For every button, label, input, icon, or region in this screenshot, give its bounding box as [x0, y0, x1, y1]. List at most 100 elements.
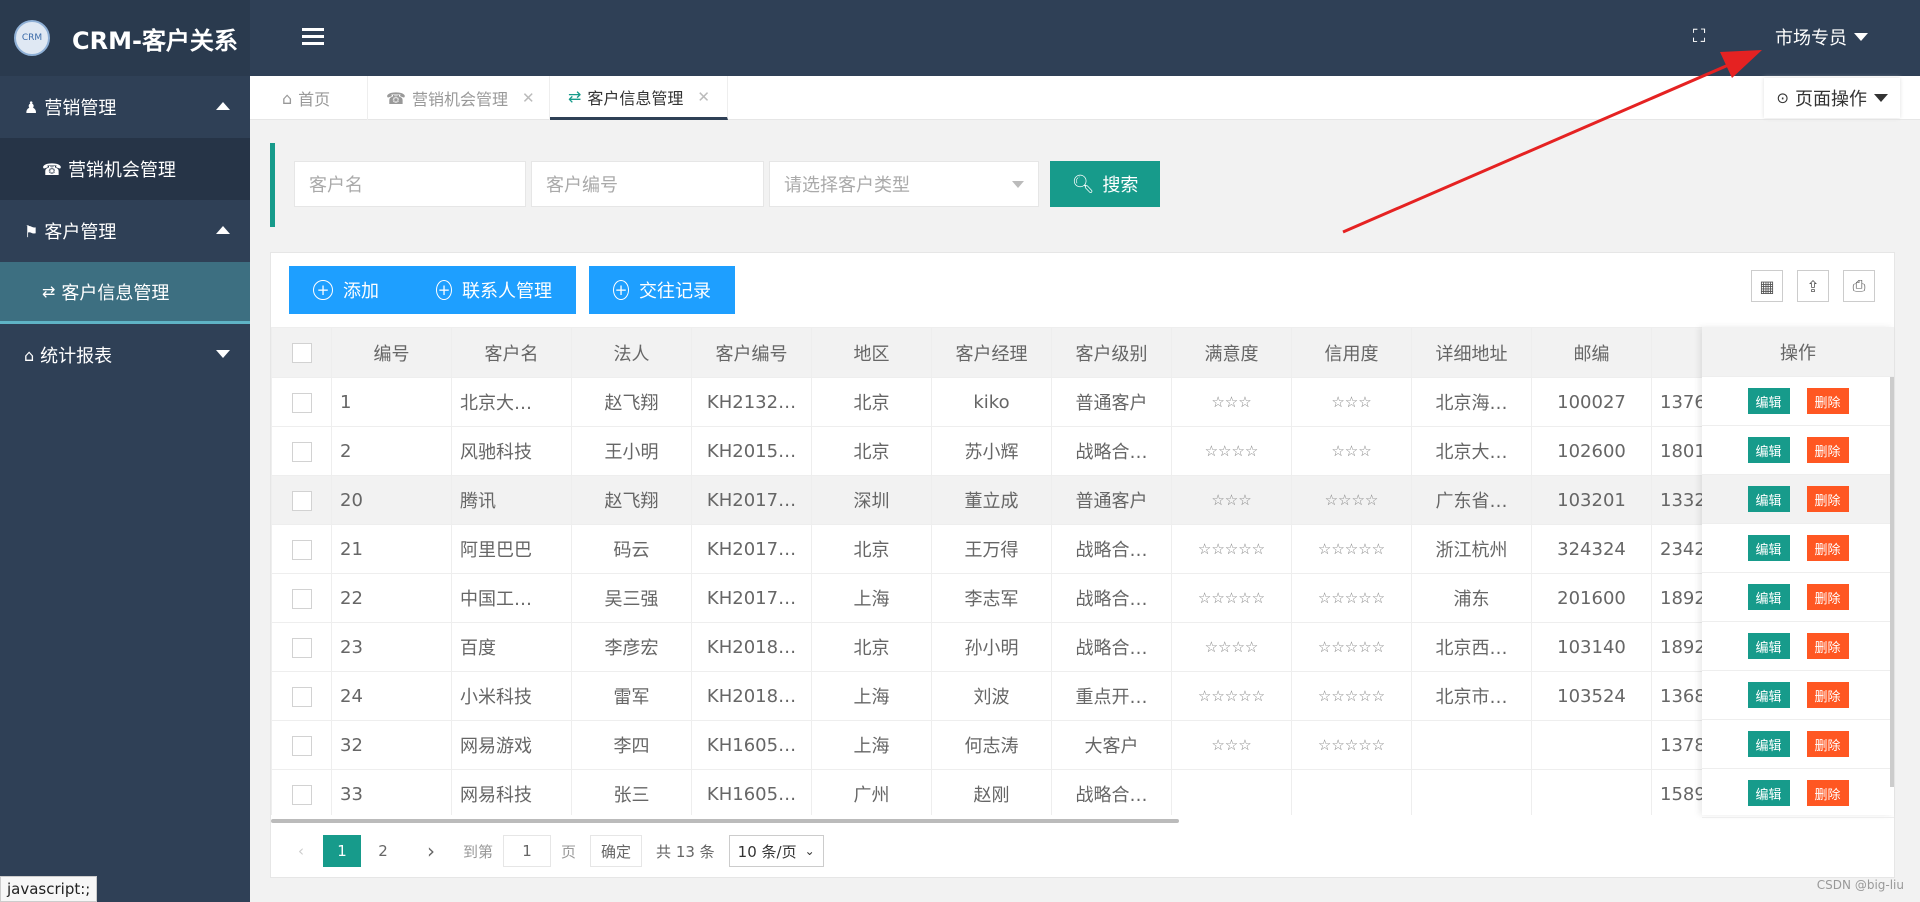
- row-checkbox[interactable]: [291, 539, 312, 560]
- prev-page-icon[interactable]: ‹: [285, 835, 317, 867]
- horizontal-scrollbar[interactable]: [271, 819, 1179, 823]
- customer-type-select[interactable]: 请选择客户类型: [769, 161, 1039, 207]
- next-page-icon[interactable]: ›: [415, 835, 447, 867]
- edit-button[interactable]: 编辑: [1747, 731, 1790, 757]
- row-select-cell[interactable]: [271, 720, 332, 770]
- column-header[interactable]: 客户编号: [691, 327, 812, 378]
- row-select-cell[interactable]: [271, 524, 332, 574]
- close-icon[interactable]: ✕: [697, 88, 710, 106]
- tab-home[interactable]: ⌂ 首页: [250, 76, 368, 120]
- row-checkbox[interactable]: [291, 588, 312, 609]
- edit-button[interactable]: 编辑: [1747, 437, 1790, 463]
- sidebar-group-customer[interactable]: ⚑ 客户管理: [0, 200, 250, 262]
- page-2[interactable]: 2: [367, 835, 399, 867]
- delete-button[interactable]: 删除: [1806, 388, 1849, 414]
- menu-toggle-icon[interactable]: [302, 28, 324, 48]
- tab-customer-info[interactable]: ⇄ 客户信息管理 ✕: [550, 76, 728, 120]
- table-row[interactable]: 22 中国工… 吴三强 KH2017… 上海 李志军 战略合… ☆☆☆☆☆ ☆☆☆☆☆ 浦东 201…: [271, 573, 1772, 623]
- close-icon[interactable]: ✕: [522, 89, 535, 107]
- page-operations-button[interactable]: ⊙ 页面操作: [1764, 78, 1900, 118]
- delete-button[interactable]: 删除: [1806, 633, 1849, 659]
- row-select-cell[interactable]: [271, 622, 332, 672]
- contacts-button[interactable]: + 联系人管理: [412, 266, 576, 314]
- operations-row: 编辑 删除: [1702, 475, 1894, 524]
- select-all-checkbox[interactable]: [291, 343, 312, 363]
- table-cell: ☆☆☆☆☆: [1291, 671, 1412, 721]
- per-page-select[interactable]: 10 条/页 ⌄: [728, 835, 824, 867]
- tab-bar: ⌂ 首页 ☎ 营销机会管理 ✕ ⇄ 客户信息管理 ✕: [250, 76, 1920, 120]
- customer-name-input[interactable]: 客户名: [294, 161, 526, 207]
- row-checkbox[interactable]: [291, 441, 312, 462]
- edit-button[interactable]: 编辑: [1747, 780, 1790, 806]
- column-header[interactable]: 信用度: [1291, 327, 1412, 378]
- delete-button[interactable]: 删除: [1806, 437, 1849, 463]
- table-cell: 网易游戏: [451, 720, 572, 770]
- table-cell: ☆☆☆☆☆: [1291, 524, 1412, 574]
- row-checkbox[interactable]: [291, 686, 312, 707]
- row-select-cell[interactable]: [271, 377, 332, 427]
- table-row[interactable]: 2 风驰科技 王小明 KH2015… 北京 苏小辉 战略合… ☆☆☆☆ ☆☆☆ 北京大… 10260…: [271, 426, 1772, 476]
- delete-button[interactable]: 删除: [1806, 584, 1849, 610]
- edit-button[interactable]: 编辑: [1747, 682, 1790, 708]
- delete-button[interactable]: 删除: [1806, 780, 1849, 806]
- edit-button[interactable]: 编辑: [1747, 388, 1790, 414]
- row-checkbox[interactable]: [291, 735, 312, 756]
- table-cell: 100027: [1531, 377, 1652, 427]
- tab-marketing-opportunity[interactable]: ☎ 营销机会管理 ✕: [368, 76, 550, 120]
- sidebar-group-marketing[interactable]: ♟ 营销管理: [0, 76, 250, 138]
- select-all-cell[interactable]: [271, 327, 332, 378]
- column-header[interactable]: 邮编: [1531, 327, 1652, 378]
- edit-button[interactable]: 编辑: [1747, 584, 1790, 610]
- page-1[interactable]: 1: [323, 835, 361, 867]
- row-select-cell[interactable]: [271, 769, 332, 815]
- plus-icon: +: [613, 280, 629, 300]
- column-header[interactable]: 客户经理: [931, 327, 1052, 378]
- table-row[interactable]: 23 百度 李彦宏 KH2018… 北京 孙小明 战略合… ☆☆☆☆ ☆☆☆☆☆ 北京西… 1031…: [271, 622, 1772, 672]
- top-header: CRM CRM-客户关系 ⛶ 市场专员: [0, 0, 1920, 76]
- sidebar-item-customer-info[interactable]: ⇄ 客户信息管理: [0, 262, 250, 324]
- table-row[interactable]: 33 网易科技 张三 KH1605… 广州 赵刚 战略合… 1589: [271, 769, 1772, 815]
- column-header[interactable]: 详细地址: [1411, 327, 1532, 378]
- records-button[interactable]: + 交往记录: [589, 266, 735, 314]
- delete-button[interactable]: 删除: [1806, 486, 1849, 512]
- table-cell: 北京: [811, 622, 932, 672]
- column-header[interactable]: 客户名: [451, 327, 572, 378]
- delete-button[interactable]: 删除: [1806, 731, 1849, 757]
- sidebar-item-marketing-opportunity[interactable]: ☎ 营销机会管理: [0, 138, 250, 200]
- column-header[interactable]: 客户级别: [1051, 327, 1172, 378]
- delete-button[interactable]: 删除: [1806, 535, 1849, 561]
- edit-button[interactable]: 编辑: [1747, 486, 1790, 512]
- column-header[interactable]: 满意度: [1171, 327, 1292, 378]
- table-row[interactable]: 1 北京大… 赵飞翔 KH2132… 北京 kiko 普通客户 ☆☆☆ ☆☆☆ 北京海… 10002…: [271, 377, 1772, 427]
- row-checkbox[interactable]: [291, 637, 312, 658]
- confirm-page-button[interactable]: 确定: [590, 835, 643, 867]
- table-cell: 阿里巴巴: [451, 524, 572, 574]
- row-select-cell[interactable]: [271, 573, 332, 623]
- row-checkbox[interactable]: [291, 490, 312, 511]
- row-checkbox[interactable]: [291, 392, 312, 413]
- columns-filter-icon[interactable]: ▦: [1751, 270, 1783, 302]
- user-menu[interactable]: 市场专员: [1775, 24, 1868, 50]
- table-row[interactable]: 20 腾讯 赵飞翔 KH2017… 深圳 董立成 普通客户 ☆☆☆ ☆☆☆☆ 广东省… 103201…: [271, 475, 1772, 525]
- delete-button[interactable]: 删除: [1806, 682, 1849, 708]
- column-header[interactable]: 法人: [571, 327, 692, 378]
- export-icon[interactable]: ⇪: [1797, 270, 1829, 302]
- row-select-cell[interactable]: [271, 426, 332, 476]
- edit-button[interactable]: 编辑: [1747, 535, 1790, 561]
- row-select-cell[interactable]: [271, 475, 332, 525]
- row-checkbox[interactable]: [291, 784, 312, 805]
- fullscreen-icon[interactable]: ⛶: [1690, 28, 1708, 46]
- sidebar-group-reports[interactable]: ⌂ 统计报表: [0, 324, 250, 386]
- row-select-cell[interactable]: [271, 671, 332, 721]
- customer-code-input[interactable]: 客户编号: [531, 161, 764, 207]
- print-icon[interactable]: ⎙: [1843, 270, 1875, 302]
- edit-button[interactable]: 编辑: [1747, 633, 1790, 659]
- table-row[interactable]: 21 阿里巴巴 码云 KH2017… 北京 王万得 战略合… ☆☆☆☆☆ ☆☆☆☆☆ 浙江杭州 32…: [271, 524, 1772, 574]
- column-header[interactable]: 地区: [811, 327, 932, 378]
- search-button[interactable]: 🔍︎ 搜索: [1050, 161, 1160, 207]
- vertical-scrollbar[interactable]: [1890, 377, 1894, 787]
- goto-page-input[interactable]: 1: [503, 835, 552, 867]
- table-row[interactable]: 32 网易游戏 李四 KH1605… 上海 何志涛 大客户 ☆☆☆ ☆☆☆☆☆ 1378: [271, 720, 1772, 770]
- table-row[interactable]: 24 小米科技 雷军 KH2018… 上海 刘波 重点开… ☆☆☆☆☆ ☆☆☆☆☆ 北京市… 103…: [271, 671, 1772, 721]
- column-header[interactable]: 编号: [331, 327, 452, 378]
